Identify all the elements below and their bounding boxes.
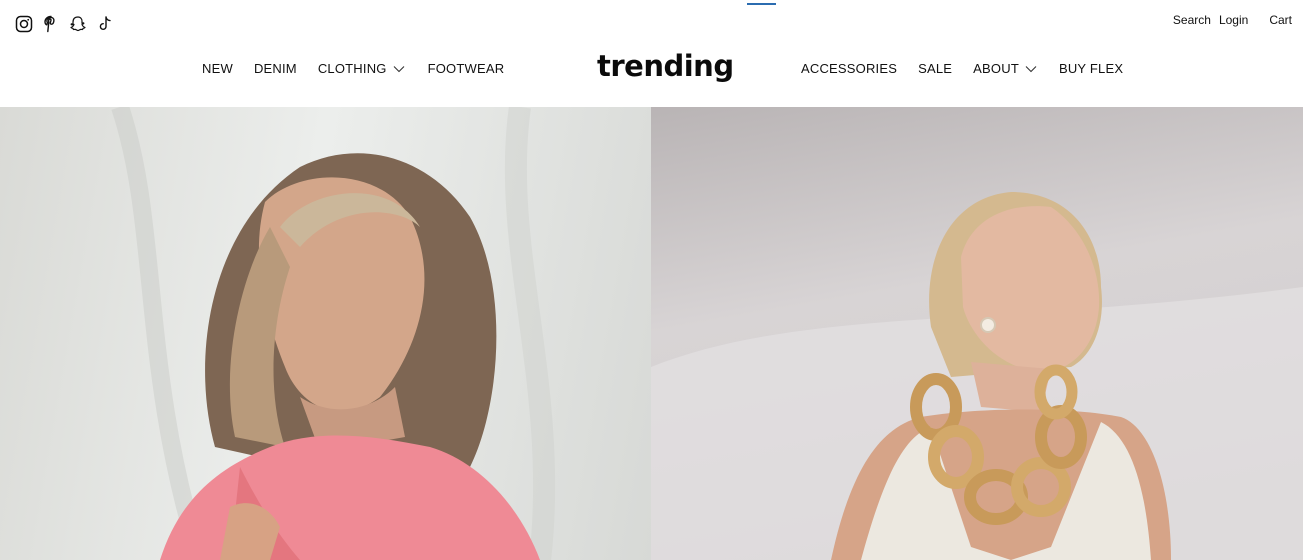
nav-item-label: DENIM xyxy=(253,61,297,76)
utility-nav: Search Login Cart xyxy=(1173,13,1292,27)
instagram-icon[interactable] xyxy=(15,15,33,33)
main-nav-left: NEW DENIM CLOTHING FOOTWEAR xyxy=(202,61,504,76)
nav-item-buy-flex[interactable]: BUY FLEX xyxy=(1059,61,1123,76)
nav-item-label: BUY FLEX xyxy=(1058,61,1124,76)
cart-link[interactable]: Cart xyxy=(1269,13,1292,27)
nav-item-about[interactable]: ABOUT xyxy=(973,61,1037,76)
login-link[interactable]: Login xyxy=(1219,13,1248,27)
nav-item-accessories[interactable]: ACCESSORIES xyxy=(801,61,897,76)
active-indicator xyxy=(747,3,776,5)
woman-pink-shirt-photo[interactable] xyxy=(0,107,651,560)
nav-item-denim[interactable]: DENIM xyxy=(254,61,297,76)
pinterest-icon[interactable] xyxy=(42,15,60,33)
nav-item-sale[interactable]: SALE xyxy=(918,61,952,76)
nav-item-clothing[interactable]: CLOTHING xyxy=(318,61,405,76)
nav-item-label: CLOTHING xyxy=(317,61,387,76)
search-link[interactable]: Search xyxy=(1173,13,1211,27)
nav-item-new[interactable]: NEW xyxy=(202,61,233,76)
site-logo[interactable]: trending xyxy=(597,49,734,83)
nav-item-label: ACCESSORIES xyxy=(801,61,898,76)
photo-illustration xyxy=(111,107,556,560)
hero-banner xyxy=(0,107,1303,560)
nav-item-label: FOOTWEAR xyxy=(427,61,505,76)
main-nav-right: ACCESSORIES SALE ABOUT BUY FLEX xyxy=(801,61,1123,76)
nav-item-footwear[interactable]: FOOTWEAR xyxy=(428,61,505,76)
photo-illustration xyxy=(651,192,1303,560)
social-links xyxy=(15,15,114,33)
nav-item-label: NEW xyxy=(202,61,233,76)
chevron-down-icon xyxy=(1025,65,1037,73)
nav-item-label: ABOUT xyxy=(973,61,1019,76)
tiktok-icon[interactable] xyxy=(96,15,114,33)
snapchat-icon[interactable] xyxy=(69,15,87,33)
chevron-down-icon xyxy=(393,65,405,73)
woman-gold-chain-necklace-photo[interactable] xyxy=(651,107,1303,560)
nav-item-label: SALE xyxy=(918,61,953,76)
